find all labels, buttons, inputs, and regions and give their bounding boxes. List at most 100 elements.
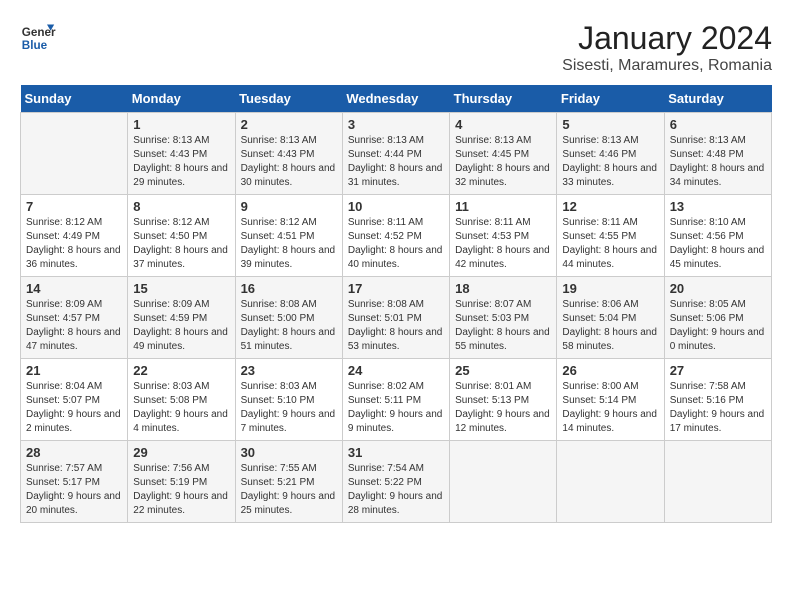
day-number: 27 bbox=[670, 363, 766, 378]
calendar-cell bbox=[557, 441, 664, 523]
day-number: 13 bbox=[670, 199, 766, 214]
day-number: 29 bbox=[133, 445, 229, 460]
day-number: 12 bbox=[562, 199, 658, 214]
calendar-week-1: 7Sunrise: 8:12 AMSunset: 4:49 PMDaylight… bbox=[21, 195, 772, 277]
day-info: Sunrise: 8:12 AMSunset: 4:50 PMDaylight:… bbox=[133, 216, 229, 272]
calendar-cell: 4Sunrise: 8:13 AMSunset: 4:45 PMDaylight… bbox=[450, 113, 557, 195]
svg-text:Blue: Blue bbox=[22, 39, 48, 52]
calendar-week-4: 28Sunrise: 7:57 AMSunset: 5:17 PMDayligh… bbox=[21, 441, 772, 523]
day-number: 10 bbox=[348, 199, 444, 214]
calendar-cell: 7Sunrise: 8:12 AMSunset: 4:49 PMDaylight… bbox=[21, 195, 128, 277]
page-header: General Blue January 2024 Sisesti, Maram… bbox=[20, 20, 772, 75]
calendar-cell: 11Sunrise: 8:11 AMSunset: 4:53 PMDayligh… bbox=[450, 195, 557, 277]
calendar-cell: 25 Sunrise: 8:01 AMSunset: 5:13 PMDayligh… bbox=[450, 359, 557, 441]
col-saturday: Saturday bbox=[664, 85, 771, 113]
day-number: 16 bbox=[241, 281, 337, 296]
day-number: 26 bbox=[562, 363, 658, 378]
day-number: 11 bbox=[455, 199, 551, 214]
title-area: January 2024 Sisesti, Maramures, Romania bbox=[562, 20, 772, 75]
day-number: 31 bbox=[348, 445, 444, 460]
day-number: 2 bbox=[241, 117, 337, 132]
day-number: 17 bbox=[348, 281, 444, 296]
day-info: Sunrise: 8:13 AMSunset: 4:44 PMDaylight:… bbox=[348, 134, 444, 190]
day-info: Sunrise: 8:05 AMSunset: 5:06 PMDaylight:… bbox=[670, 298, 766, 354]
calendar-cell: 3 Sunrise: 8:13 AMSunset: 4:44 PMDaylight… bbox=[342, 113, 449, 195]
calendar-cell: 19Sunrise: 8:06 AMSunset: 5:04 PMDayligh… bbox=[557, 277, 664, 359]
calendar-cell bbox=[450, 441, 557, 523]
col-wednesday: Wednesday bbox=[342, 85, 449, 113]
calendar-cell: 30 Sunrise: 7:55 AMSunset: 5:21 PMDayligh… bbox=[235, 441, 342, 523]
day-number: 15 bbox=[133, 281, 229, 296]
calendar-cell: 29 Sunrise: 7:56 AMSunset: 5:19 PMDayligh… bbox=[128, 441, 235, 523]
calendar-cell: 14 Sunrise: 8:09 AMSunset: 4:57 PMDayligh… bbox=[21, 277, 128, 359]
calendar-week-2: 14 Sunrise: 8:09 AMSunset: 4:57 PMDayligh… bbox=[21, 277, 772, 359]
day-number: 9 bbox=[241, 199, 337, 214]
day-number: 18 bbox=[455, 281, 551, 296]
day-info: Sunrise: 8:08 AMSunset: 5:00 PMDaylight:… bbox=[241, 298, 337, 354]
day-info: Sunrise: 8:02 AMSunset: 5:11 PMDaylight:… bbox=[348, 380, 444, 436]
calendar-cell: 22 Sunrise: 8:03 AMSunset: 5:08 PMDayligh… bbox=[128, 359, 235, 441]
day-number: 14 bbox=[26, 281, 122, 296]
calendar-cell: 6 Sunrise: 8:13 AMSunset: 4:48 PMDaylight… bbox=[664, 113, 771, 195]
calendar-cell: 2Sunrise: 8:13 AMSunset: 4:43 PMDaylight… bbox=[235, 113, 342, 195]
day-number: 6 bbox=[670, 117, 766, 132]
day-number: 28 bbox=[26, 445, 122, 460]
calendar-cell: 24Sunrise: 8:02 AMSunset: 5:11 PMDayligh… bbox=[342, 359, 449, 441]
day-info: Sunrise: 8:04 AMSunset: 5:07 PMDaylight:… bbox=[26, 380, 122, 436]
day-number: 30 bbox=[241, 445, 337, 460]
calendar-cell: 17 Sunrise: 8:08 AMSunset: 5:01 PMDayligh… bbox=[342, 277, 449, 359]
calendar-cell: 5 Sunrise: 8:13 AMSunset: 4:46 PMDaylight… bbox=[557, 113, 664, 195]
day-info: Sunrise: 7:58 AMSunset: 5:16 PMDaylight:… bbox=[670, 380, 766, 436]
day-info: Sunrise: 8:13 AMSunset: 4:43 PMDaylight:… bbox=[133, 134, 229, 190]
calendar-week-0: 1 Sunrise: 8:13 AMSunset: 4:43 PMDaylight… bbox=[21, 113, 772, 195]
day-number: 22 bbox=[133, 363, 229, 378]
month-title: January 2024 bbox=[562, 20, 772, 57]
calendar-cell: 31 Sunrise: 7:54 AMSunset: 5:22 PMDayligh… bbox=[342, 441, 449, 523]
day-info: Sunrise: 8:01 AMSunset: 5:13 PMDaylight:… bbox=[455, 380, 551, 436]
day-info: Sunrise: 8:03 AMSunset: 5:08 PMDaylight:… bbox=[133, 380, 229, 436]
day-info: Sunrise: 8:13 AMSunset: 4:46 PMDaylight:… bbox=[562, 134, 658, 190]
calendar-cell: 12 Sunrise: 8:11 AMSunset: 4:55 PMDayligh… bbox=[557, 195, 664, 277]
calendar-cell bbox=[664, 441, 771, 523]
day-number: 19 bbox=[562, 281, 658, 296]
day-info: Sunrise: 8:12 AMSunset: 4:51 PMDaylight:… bbox=[241, 216, 337, 272]
calendar-cell: 13 Sunrise: 8:10 AMSunset: 4:56 PMDayligh… bbox=[664, 195, 771, 277]
logo-icon: General Blue bbox=[20, 20, 56, 56]
calendar-cell: 1 Sunrise: 8:13 AMSunset: 4:43 PMDaylight… bbox=[128, 113, 235, 195]
day-info: Sunrise: 8:08 AMSunset: 5:01 PMDaylight:… bbox=[348, 298, 444, 354]
day-info: Sunrise: 7:54 AMSunset: 5:22 PMDaylight:… bbox=[348, 462, 444, 518]
day-info: Sunrise: 7:55 AMSunset: 5:21 PMDaylight:… bbox=[241, 462, 337, 518]
day-number: 5 bbox=[562, 117, 658, 132]
day-info: Sunrise: 8:09 AMSunset: 4:59 PMDaylight:… bbox=[133, 298, 229, 354]
location-title: Sisesti, Maramures, Romania bbox=[562, 57, 772, 75]
day-number: 1 bbox=[133, 117, 229, 132]
day-number: 20 bbox=[670, 281, 766, 296]
calendar-cell: 8Sunrise: 8:12 AMSunset: 4:50 PMDaylight… bbox=[128, 195, 235, 277]
col-tuesday: Tuesday bbox=[235, 85, 342, 113]
calendar-cell: 28Sunrise: 7:57 AMSunset: 5:17 PMDayligh… bbox=[21, 441, 128, 523]
calendar-cell: 26 Sunrise: 8:00 AMSunset: 5:14 PMDayligh… bbox=[557, 359, 664, 441]
calendar-table: Sunday Monday Tuesday Wednesday Thursday… bbox=[20, 85, 772, 523]
day-info: Sunrise: 7:56 AMSunset: 5:19 PMDaylight:… bbox=[133, 462, 229, 518]
day-number: 21 bbox=[26, 363, 122, 378]
day-info: Sunrise: 8:07 AMSunset: 5:03 PMDaylight:… bbox=[455, 298, 551, 354]
day-number: 3 bbox=[348, 117, 444, 132]
col-friday: Friday bbox=[557, 85, 664, 113]
calendar-cell: 18 Sunrise: 8:07 AMSunset: 5:03 PMDayligh… bbox=[450, 277, 557, 359]
logo: General Blue bbox=[20, 20, 56, 56]
calendar-cell: 10Sunrise: 8:11 AMSunset: 4:52 PMDayligh… bbox=[342, 195, 449, 277]
day-info: Sunrise: 8:13 AMSunset: 4:48 PMDaylight:… bbox=[670, 134, 766, 190]
calendar-cell: 20 Sunrise: 8:05 AMSunset: 5:06 PMDayligh… bbox=[664, 277, 771, 359]
day-number: 25 bbox=[455, 363, 551, 378]
calendar-cell: 23Sunrise: 8:03 AMSunset: 5:10 PMDayligh… bbox=[235, 359, 342, 441]
calendar-cell: 16 Sunrise: 8:08 AMSunset: 5:00 PMDayligh… bbox=[235, 277, 342, 359]
day-info: Sunrise: 8:13 AMSunset: 4:45 PMDaylight:… bbox=[455, 134, 551, 190]
day-info: Sunrise: 8:00 AMSunset: 5:14 PMDaylight:… bbox=[562, 380, 658, 436]
header-row: Sunday Monday Tuesday Wednesday Thursday… bbox=[21, 85, 772, 113]
calendar-cell: 21 Sunrise: 8:04 AMSunset: 5:07 PMDayligh… bbox=[21, 359, 128, 441]
day-info: Sunrise: 8:10 AMSunset: 4:56 PMDaylight:… bbox=[670, 216, 766, 272]
day-info: Sunrise: 8:09 AMSunset: 4:57 PMDaylight:… bbox=[26, 298, 122, 354]
day-info: Sunrise: 8:11 AMSunset: 4:55 PMDaylight:… bbox=[562, 216, 658, 272]
day-info: Sunrise: 8:03 AMSunset: 5:10 PMDaylight:… bbox=[241, 380, 337, 436]
calendar-cell: 27 Sunrise: 7:58 AMSunset: 5:16 PMDayligh… bbox=[664, 359, 771, 441]
